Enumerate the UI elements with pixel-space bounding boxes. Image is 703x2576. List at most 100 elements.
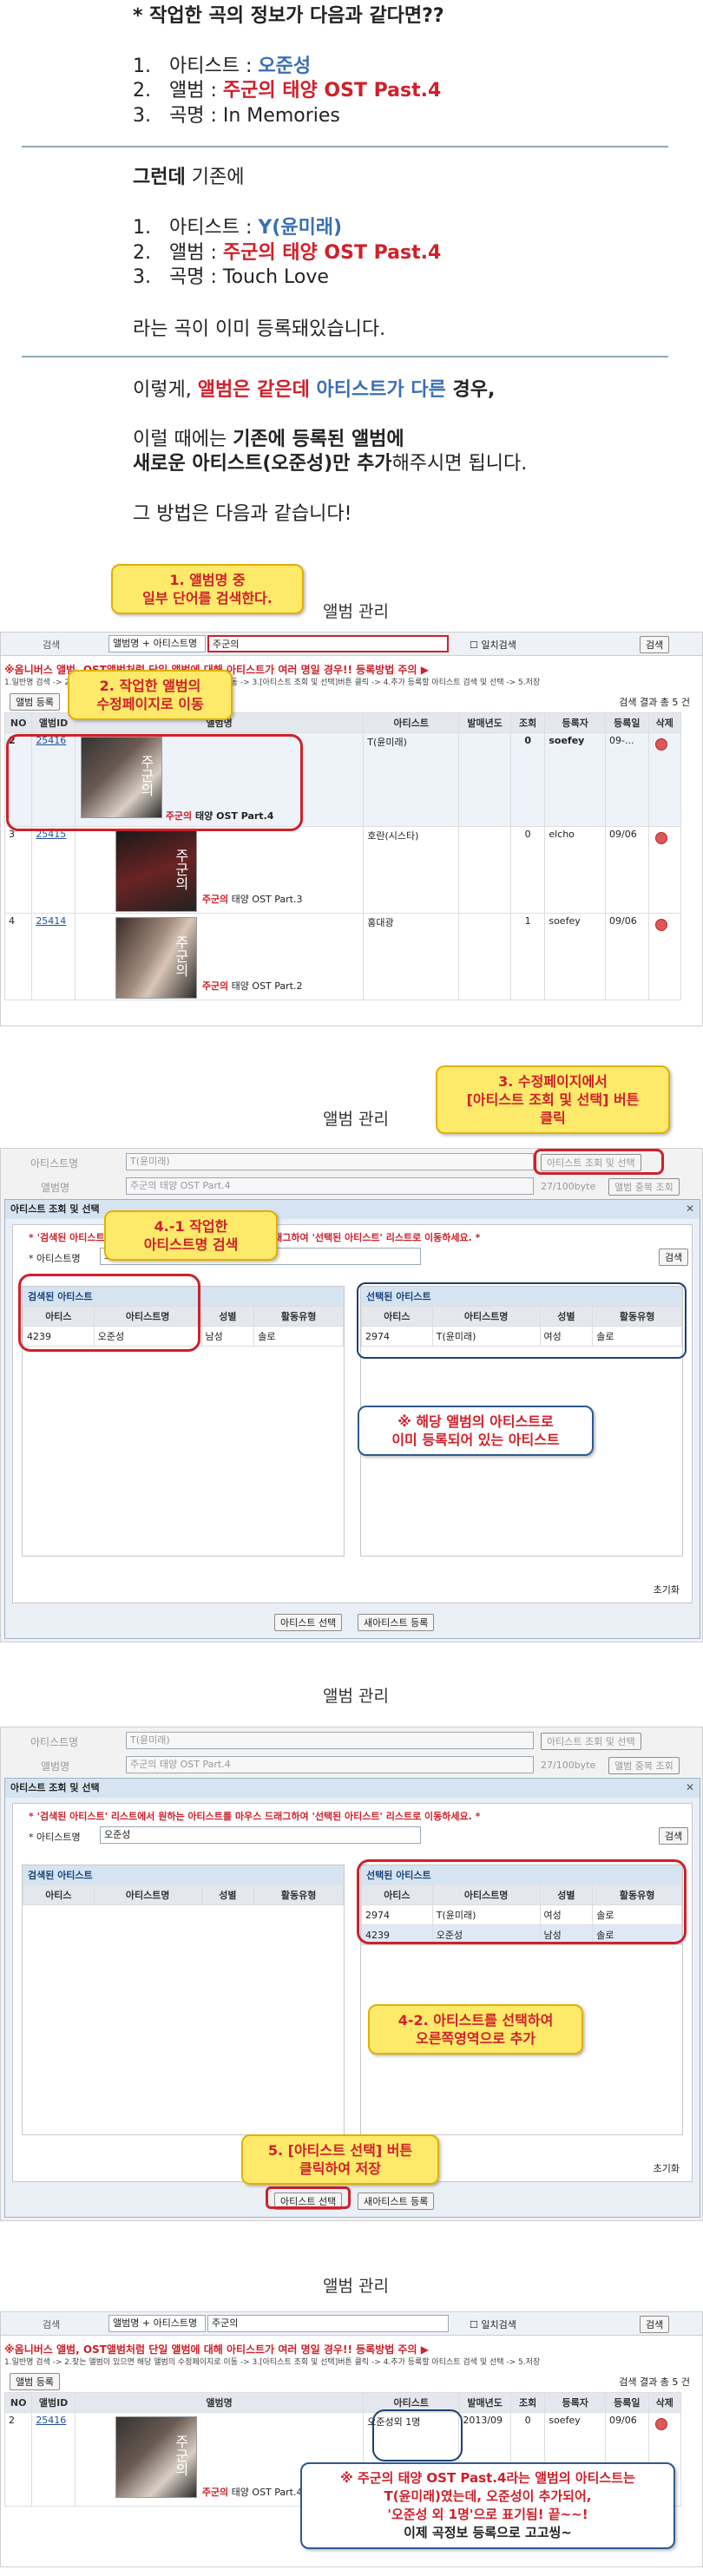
- artist-lookup-button[interactable]: 아티스트 조회 및 선택: [541, 1733, 641, 1750]
- reset-button[interactable]: 초기화: [654, 1583, 680, 1596]
- callout-step-4-1: 4.-1 작업한 아티스트명 검색: [104, 1210, 278, 1261]
- col-header: 활동유형: [253, 1884, 344, 1905]
- dialog-body: * '검색된 아티스트' 리스트에서 원하는 아티스트를 마우스 드래그하여 '…: [12, 1803, 693, 2182]
- col-header: 등록자: [544, 2392, 607, 2413]
- col-header: 성별: [200, 1884, 255, 1905]
- table-row[interactable]: 3 25415 주군의 주군의 태양 OST Part.3 호란(시스타) 0 …: [3, 826, 682, 914]
- item-num: 2.: [133, 242, 151, 264]
- delete-icon[interactable]: [654, 2418, 667, 2430]
- album-rest: 태양 OST Part.3: [228, 894, 303, 905]
- album-name: 주군의 태양 OST Part.3: [202, 892, 303, 906]
- album-red: 주군의: [201, 894, 229, 905]
- delete-icon[interactable]: [654, 919, 667, 931]
- album-cover-image: 주군의: [115, 830, 197, 912]
- search-input[interactable]: 주군의: [207, 635, 449, 652]
- p2-b: 기존에 등록된 앨범에: [233, 429, 404, 450]
- p1-b: 앨범은 같은데: [197, 379, 310, 401]
- delete-icon[interactable]: [654, 738, 667, 751]
- table-header-row: 아티스 아티스트명 성별 활동유형: [23, 1884, 344, 1905]
- album-duplicate-button[interactable]: 앨범 중복 조회: [608, 1178, 680, 1196]
- col-header: 삭제: [647, 2392, 682, 2413]
- new-artist-button[interactable]: 새아티스트 등록: [358, 2193, 435, 2210]
- item-num: 1.: [133, 56, 151, 77]
- cell-gender: 남성: [200, 1326, 255, 1347]
- p1-a: 이렇게,: [133, 379, 198, 401]
- p2-a: 이럴 때에는: [133, 429, 233, 450]
- reset-button[interactable]: 초기화: [654, 2161, 680, 2175]
- album-red: 주군의: [201, 980, 229, 992]
- highlight-artist-button: [534, 1149, 664, 1175]
- callout-text: 5. [아티스트 선택] 버튼 클릭하여 저장: [267, 2142, 413, 2177]
- artist-label: 아티스트명: [30, 1736, 79, 1748]
- close-icon[interactable]: ✕: [686, 1203, 694, 1215]
- table-row[interactable]: 4 25414 주군의 주군의 태양 OST Part.2 홍대광 1 soef…: [3, 913, 682, 1000]
- search-type-select[interactable]: 앨범명 + 아티스트명: [108, 635, 206, 652]
- col-header: 앨범ID: [31, 2392, 76, 2413]
- p1-c: 아티스트가 다른: [309, 379, 446, 401]
- cell-artist: T(윤미래): [363, 732, 460, 827]
- item-num: 1.: [133, 217, 151, 239]
- album-label: 앨범명: [41, 1182, 70, 1194]
- album-id-link[interactable]: 25414: [31, 913, 76, 1000]
- col-header: 아티스: [23, 1884, 95, 1905]
- col-header: NO: [3, 2392, 33, 2413]
- search-type-select[interactable]: 앨범명 + 아티스트명: [108, 2315, 206, 2332]
- cell-date: 09-...: [605, 732, 649, 827]
- cell-year: [458, 826, 511, 914]
- search-label: 검색: [43, 2319, 61, 2330]
- album-register-button[interactable]: 앨범 등록: [10, 2373, 60, 2390]
- search-button[interactable]: 검색: [640, 2316, 670, 2333]
- callout-text-b: 이제 곡정보 등록으로 고고씽~: [404, 2525, 572, 2540]
- page-title: 앨범 관리: [323, 1687, 389, 1706]
- exact-match-checkbox[interactable]: ☐ 일치검색: [470, 638, 516, 652]
- album-cover-image: 주군의: [115, 917, 197, 999]
- dialog-search-button[interactable]: 검색: [659, 1827, 689, 1845]
- dialog-artist-label: * 아티스트명: [29, 1832, 81, 1843]
- callout-text: 4-2. 아티스트를 선택하여 오른쪽영역으로 추가: [397, 2012, 554, 2047]
- exact-label: 일치검색: [481, 639, 516, 651]
- list-item: 3. 곡명 : In Memories: [133, 103, 340, 129]
- album-duplicate-button[interactable]: 앨범 중복 조회: [608, 1757, 680, 1774]
- col-header: 발매년도: [458, 712, 511, 733]
- item-label: 곡명 :: [168, 266, 223, 288]
- delete-icon[interactable]: [654, 832, 667, 844]
- album-name: 주군의 태양 OST Part.4: [202, 2485, 303, 2499]
- page-title: 앨범 관리: [323, 602, 389, 621]
- dialog-notice: * '검색된 아티스트' 리스트에서 원하는 아티스트를 마우스 드래그하여 '…: [29, 1811, 481, 1822]
- close-icon[interactable]: ✕: [686, 1781, 694, 1793]
- search-input[interactable]: 주군의: [207, 2315, 449, 2332]
- list-item: 2. 앨범 : 주군의 태양 OST Past.4: [133, 78, 441, 104]
- cell-artist: 호란(시스타): [363, 826, 460, 914]
- col-header: 성별: [200, 1306, 255, 1327]
- cell-year: [458, 732, 511, 827]
- cell-delete: [647, 732, 682, 827]
- callout-final: ※ 주군의 태양 OST Past.4라는 앨범의 아티스트는 T(윤미래)였는…: [300, 2462, 675, 2549]
- album-field: 주군의 태양 OST Part.4: [126, 1177, 534, 1195]
- new-artist-button[interactable]: 새아티스트 등록: [358, 1614, 435, 1631]
- p3-a: 새로운 아티스트(오준성)만 추가: [133, 453, 392, 475]
- album-register-button[interactable]: 앨범 등록: [10, 693, 60, 711]
- para-1: 이렇게, 앨범은 같은데 아티스트가 다른 경우,: [133, 377, 495, 403]
- album-id-link[interactable]: 25416: [31, 2412, 76, 2507]
- list-item: 1. 아티스트 : 오준성: [133, 54, 311, 80]
- list-item: 1. 아티스트 : Y(윤미래): [133, 215, 342, 241]
- already-text: 라는 곡이 이미 등록돼있습니다.: [133, 318, 386, 340]
- col-header: 앨범명: [74, 2392, 365, 2413]
- search-button[interactable]: 검색: [640, 636, 670, 653]
- highlight-artist-cell: [372, 2409, 463, 2461]
- cell-no: 2: [3, 2412, 33, 2507]
- result-count: 검색 결과 총 5 건: [619, 2376, 690, 2388]
- callout-step-3: 3. 수정페이지에서 [아티스트 조회 및 선택] 버튼 클릭: [436, 1065, 670, 1134]
- page-title: 앨범 관리: [323, 1110, 389, 1129]
- exact-match-checkbox[interactable]: ☐ 일치검색: [470, 2317, 516, 2331]
- but-rest: 기존에: [185, 167, 245, 188]
- cell-artist: 홍대광: [363, 913, 460, 1000]
- artist-label: 아티스트명: [30, 1157, 79, 1170]
- album-id-link[interactable]: 25415: [31, 826, 76, 914]
- notice-steps: 1.일반명 검색 -> 2.찾는 앨범이 있으면 해당 앨범의 수정페이지로 이…: [4, 2358, 541, 2367]
- dialog-artist-input[interactable]: 오준성: [100, 1826, 421, 1844]
- artist-select-button[interactable]: 아티스트 선택: [274, 1614, 343, 1631]
- dialog-search-button[interactable]: 검색: [659, 1249, 689, 1266]
- searched-table: 아티스 아티스트명 성별 활동유형: [23, 1884, 344, 1905]
- album-rest: 태양 OST Part.2: [228, 980, 303, 992]
